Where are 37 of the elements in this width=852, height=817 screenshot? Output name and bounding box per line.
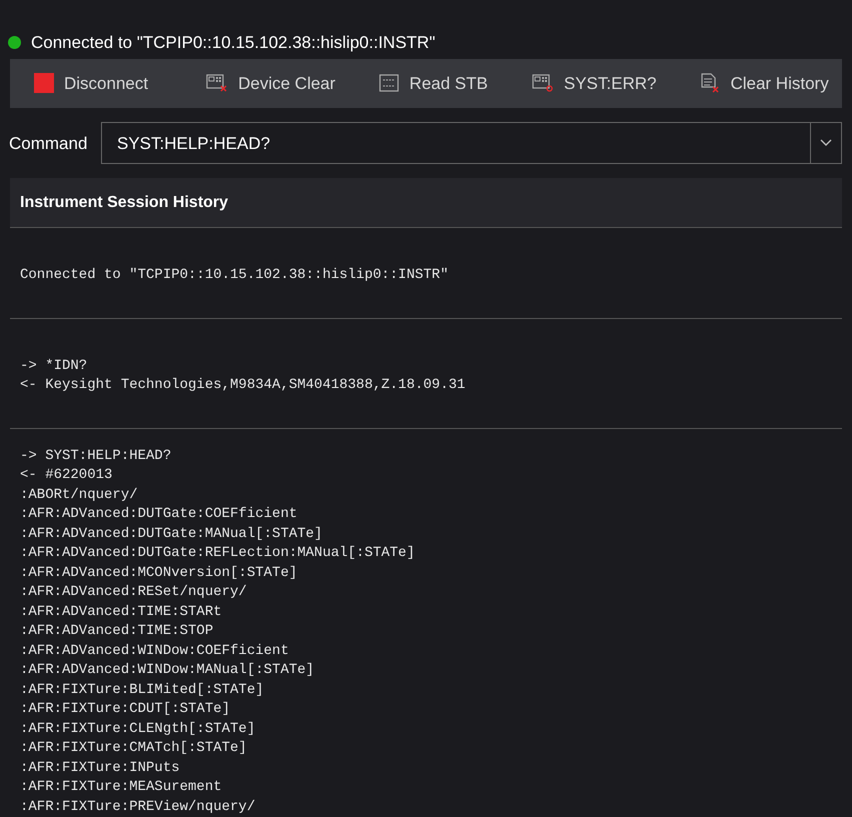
toolbar-button[interactable]: SYST:ERR?: [522, 63, 666, 104]
log-line: <- #6220013: [20, 466, 114, 485]
connection-status: Connected to "TCPIP0::10.15.102.38::hislip0::INSTR": [31, 32, 436, 54]
instrument-icon: [206, 74, 228, 92]
stop-icon: [34, 73, 54, 94]
document-clear-icon: [700, 73, 720, 94]
command-field[interactable]: SYST:HELP:HEAD?: [101, 122, 842, 164]
log-line: Connected to "TCPIP0::10.15.102.38::hislip0::INSTR": [20, 266, 450, 285]
register-icon: [379, 74, 400, 92]
log-line: :AFR:ADVanced:MCONversion[:STATe]: [20, 564, 298, 582]
log-line: :AFR:ADVanced:TIME:STARt: [20, 602, 223, 622]
log-line: :AFR:FIXTure:PREView/nquery/: [20, 798, 256, 816]
log-line: :AFR:ADVanced:DUTGate:REFLection:MANual[:STATe]: [20, 544, 416, 563]
history-title: Instrument Session History: [20, 192, 228, 213]
log-line: :AFR:FIXTure:BLIMited[:STATe]: [20, 680, 265, 700]
log-line: :AFR:FIXTure:CLENgth[:STATe]: [20, 720, 256, 738]
log-line: :AFR:ADVanced:RESet/nquery/: [20, 583, 248, 602]
toolbar-button[interactable]: Disconnect: [24, 63, 158, 104]
toolbar-button[interactable]: Device Clear: [196, 63, 346, 104]
toolbar-button[interactable]: Clear History: [690, 63, 839, 104]
log-line: <- Keysight Technologies,M9834A,SM40418388,Z.18.09.31: [20, 376, 466, 395]
log-line: :ABORt/nquery/: [20, 486, 139, 504]
log-line: :AFR:ADVanced:TIME:STOP: [20, 622, 214, 641]
log-line: :AFR:ADVanced:DUTGate:MANual[:STATe]: [20, 524, 324, 544]
instrument-icon: [532, 74, 554, 92]
log-line: :AFR:ADVanced:WINDow:MANual[:STATe]: [20, 661, 316, 680]
log-line: :AFR:FIXTure:CDUT[:STATe]: [20, 700, 232, 719]
log-line: :AFR:FIXTure:CMATch[:STATe]: [20, 739, 248, 758]
log-line: :AFR:ADVanced:WINDow:COEFficient: [20, 642, 290, 660]
command-label: Command: [9, 132, 88, 155]
log-line: -> *IDN?: [20, 356, 88, 376]
log-line: :AFR:ADVanced:DUTGate:COEFficient: [20, 505, 298, 524]
log-line: :AFR:FIXTure:INPuts: [20, 758, 181, 778]
chevron-down-icon[interactable]: [820, 139, 832, 148]
log-line: -> SYST:HELP:HEAD?: [20, 446, 172, 466]
log-line: :AFR:FIXTure:MEASurement: [20, 778, 223, 797]
toolbar-button[interactable]: Read STB: [369, 63, 498, 104]
